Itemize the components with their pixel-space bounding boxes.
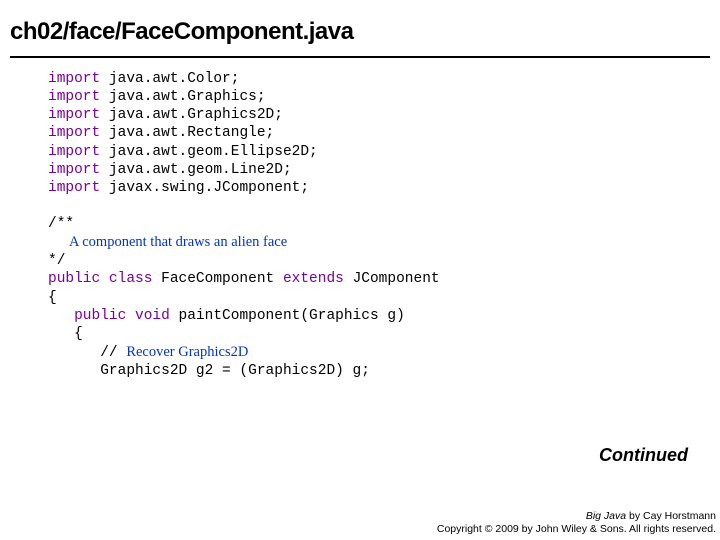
javadoc-body: A component that draws an alien face	[48, 234, 287, 250]
page-title: ch02/face/FaceComponent.java	[10, 18, 710, 46]
kw-import: import	[48, 144, 100, 160]
author: by Cay Horstmann	[626, 510, 716, 522]
kw-method: public void	[74, 308, 170, 324]
kw-import: import	[48, 125, 100, 141]
footer: Big Java by Cay Horstmann Copyright © 20…	[437, 510, 716, 536]
comment-text: Recover Graphics2D	[126, 344, 248, 360]
footer-line2: Copyright © 2009 by John Wiley & Sons. A…	[437, 523, 716, 536]
javadoc-close: */	[48, 253, 65, 269]
comment-slashes: //	[48, 345, 126, 361]
import-line: java.awt.geom.Ellipse2D;	[100, 144, 318, 160]
continued-label: Continued	[599, 445, 688, 466]
import-line: java.awt.geom.Line2D;	[100, 162, 291, 178]
javadoc-open: /**	[48, 216, 74, 232]
kw-extends: extends	[283, 271, 344, 287]
code-block: import java.awt.Color; import java.awt.G…	[0, 58, 720, 380]
footer-line1: Big Java by Cay Horstmann	[437, 510, 716, 523]
import-line: java.awt.Color;	[100, 71, 239, 87]
kw-import: import	[48, 89, 100, 105]
body-line: Graphics2D g2 = (Graphics2D) g;	[48, 363, 370, 379]
method-sig: paintComponent(Graphics g)	[170, 308, 405, 324]
kw-import: import	[48, 107, 100, 123]
indent	[48, 308, 74, 324]
brace: {	[48, 290, 57, 306]
class-name: FaceComponent	[152, 271, 283, 287]
kw-import: import	[48, 180, 100, 196]
brace: {	[48, 326, 83, 342]
class-super: JComponent	[344, 271, 440, 287]
book-title: Big Java	[586, 510, 626, 522]
import-line: javax.swing.JComponent;	[100, 180, 309, 196]
kw-class: public class	[48, 271, 152, 287]
kw-import: import	[48, 71, 100, 87]
import-line: java.awt.Graphics2D;	[100, 107, 283, 123]
import-line: java.awt.Graphics;	[100, 89, 265, 105]
title-section: ch02/face/FaceComponent.java	[0, 0, 720, 50]
import-line: java.awt.Rectangle;	[100, 125, 274, 141]
kw-import: import	[48, 162, 100, 178]
